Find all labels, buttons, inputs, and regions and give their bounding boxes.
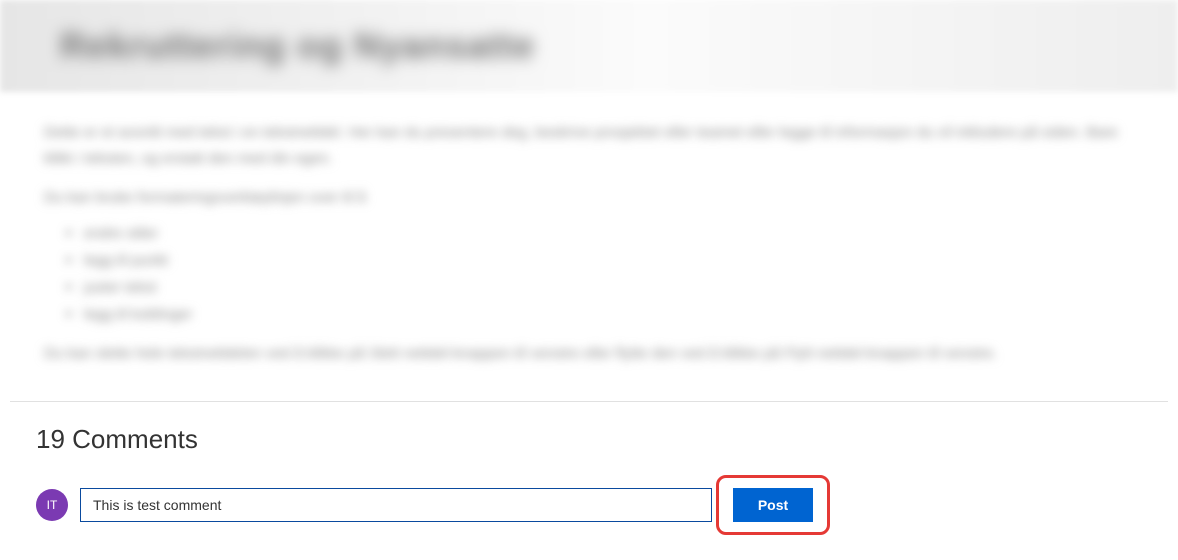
comments-heading: 19 Comments	[36, 424, 1142, 455]
blurred-list-item: legg til koblinger	[84, 306, 1134, 323]
comment-input-row: IT Post	[36, 475, 1142, 535]
avatar: IT	[36, 489, 68, 521]
section-divider	[10, 401, 1168, 402]
comment-input[interactable]	[80, 488, 712, 522]
blurred-paragraph: Du kan slette hele tekstnettdelen ved å …	[44, 341, 1134, 367]
blurred-list: endre stiler legg til punkt juster tekst…	[44, 225, 1134, 323]
hero-title-blurred: Rekruttering og Nyansatte	[60, 25, 535, 67]
blurred-paragraph: Dette er et avsnitt med tekst i en tekst…	[44, 120, 1134, 171]
post-button-highlight: Post	[716, 475, 830, 535]
blurred-list-item: endre stiler	[84, 225, 1134, 242]
blurred-list-item: juster tekst	[84, 279, 1134, 296]
post-button[interactable]: Post	[733, 488, 813, 522]
comment-input-wrapper	[80, 488, 712, 522]
hero-banner: Rekruttering og Nyansatte	[0, 0, 1178, 92]
comments-section: 19 Comments IT Post	[0, 424, 1178, 535]
blurred-paragraph: Du kan bruke formateringsverktøylinjen o…	[44, 185, 1134, 211]
page-content: Dette er et avsnitt med tekst i en tekst…	[0, 92, 1178, 366]
blurred-list-item: legg til punkt	[84, 252, 1134, 269]
